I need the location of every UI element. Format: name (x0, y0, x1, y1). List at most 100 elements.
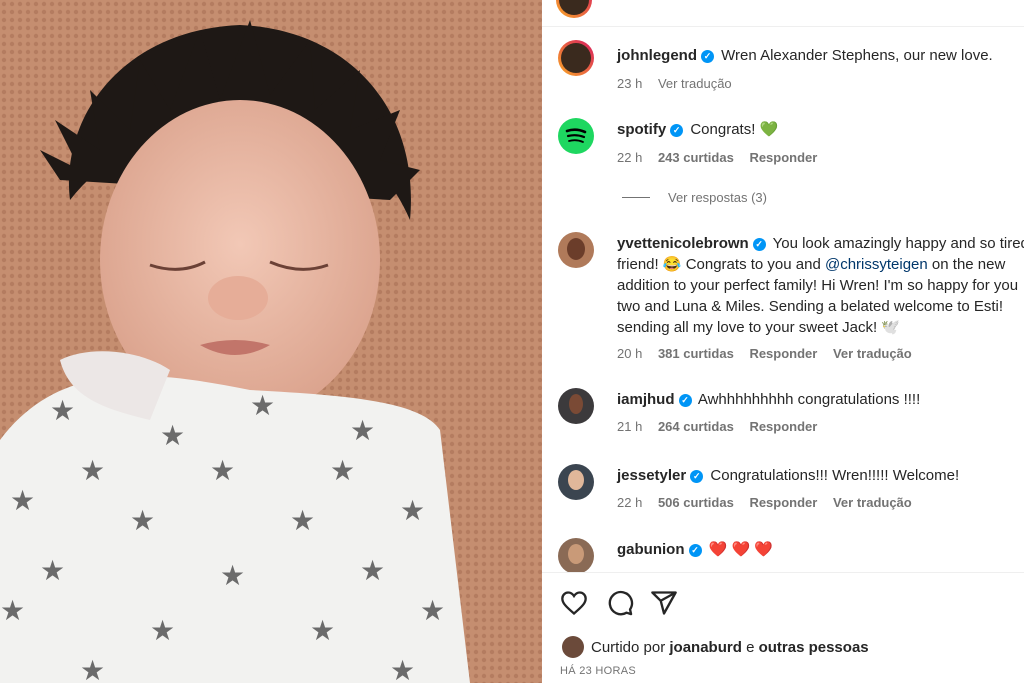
comment-meta: 20 h 381 curtidas Responder Ver tradução (617, 346, 924, 361)
svg-text:★: ★ (210, 455, 235, 486)
svg-text:★: ★ (10, 485, 35, 516)
share-button[interactable] (650, 589, 678, 617)
reply-button[interactable]: Responder (749, 150, 817, 165)
verified-icon: ✓ (678, 394, 692, 407)
svg-text:★: ★ (0, 595, 25, 626)
heart-icon (561, 591, 587, 616)
yvettenicolebrown-avatar[interactable] (558, 232, 594, 268)
svg-text:★: ★ (220, 560, 245, 591)
comment-time: 22 h (617, 150, 643, 165)
comment-time: 22 h (617, 495, 643, 510)
comment-username[interactable]: jessetyler (617, 467, 686, 484)
comment-body: Congratulations!!! Wren!!!!! Welcome! (710, 467, 960, 484)
verified-icon: ✓ (688, 544, 702, 557)
comment-text-line-1: yvettenicolebrown ✓ You look amazingly ha… (617, 233, 1024, 254)
comment-body: Congrats! 💚 (690, 121, 779, 138)
comment-text: iamjhud ✓ Awhhhhhhhhh congratulations !!!… (617, 389, 1024, 410)
svg-text:★: ★ (250, 390, 275, 421)
comment-body: You look amazingly happy and so tired, m… (772, 235, 1024, 252)
liker-avatar[interactable] (562, 636, 584, 658)
post-actions: Curtido por joanaburd e outras pessoas H… (542, 572, 1024, 683)
reply-button[interactable]: Responder (749, 419, 817, 434)
comment-likes[interactable]: 381 curtidas (658, 346, 734, 361)
comment-time: 21 h (617, 419, 643, 434)
johnlegend-avatar[interactable] (558, 40, 594, 76)
comment-username[interactable]: gabunion (617, 541, 685, 558)
jessetyler-avatar[interactable] (558, 464, 594, 500)
comment-text: spotify ✓ Congrats! 💚 (617, 119, 1024, 140)
comment-text: gabunion ✓ ❤️ ❤️ ❤️ (617, 539, 1024, 560)
comment-likes[interactable]: 264 curtidas (658, 419, 734, 434)
comment-meta: 22 h 506 curtidas Responder Ver tradução (617, 495, 924, 510)
caption-time: 23 h (617, 76, 643, 91)
comment-text-line-5: sending all my love to your sweet Jack! … (617, 319, 900, 336)
comment-likes[interactable]: 506 curtidas (658, 495, 734, 510)
comment-time: 20 h (617, 346, 643, 361)
comment-username[interactable]: iamjhud (617, 391, 675, 408)
mention-link[interactable]: @chrissyteigen (825, 256, 928, 273)
liked-prefix: Curtido por (591, 639, 666, 656)
comment-body: friend! 😂 Congrats to you and (617, 256, 821, 273)
svg-text:★: ★ (330, 455, 355, 486)
iamjhud-avatar[interactable] (558, 388, 594, 424)
svg-text:★: ★ (420, 595, 445, 626)
svg-text:★: ★ (290, 505, 315, 536)
liked-others[interactable]: outras pessoas (759, 639, 869, 656)
baby-photo-image: ★ ★ ★ ★ ★ ★ ★ ★ ★ ★ ★ ★ ★ ★ ★ ★ ★ ★ ★ ★ (0, 0, 542, 683)
gabunion-avatar[interactable] (558, 538, 594, 572)
reply-button[interactable]: Responder (749, 346, 817, 361)
comment-text-line-2: friend! 😂 Congrats to you and @chrissyte… (617, 254, 1024, 275)
spotify-logo-icon (565, 128, 587, 143)
comment-body: on the new (931, 256, 1006, 273)
spotify-avatar[interactable] (558, 118, 594, 154)
svg-text:★: ★ (390, 655, 415, 683)
svg-text:★: ★ (80, 455, 105, 486)
comment-icon (608, 590, 634, 616)
svg-text:★: ★ (80, 655, 105, 683)
svg-text:★: ★ (350, 415, 375, 446)
svg-text:★: ★ (150, 615, 175, 646)
comment-meta: 22 h 243 curtidas Responder (617, 150, 829, 165)
verified-icon: ✓ (670, 124, 684, 137)
svg-text:★: ★ (130, 505, 155, 536)
post-photo[interactable]: ★ ★ ★ ★ ★ ★ ★ ★ ★ ★ ★ ★ ★ ★ ★ ★ ★ ★ ★ ★ (0, 0, 542, 683)
caption-meta: 23 h Ver tradução (617, 76, 744, 91)
verified-icon: ✓ (690, 470, 704, 483)
view-replies-link[interactable]: Ver respostas (3) (622, 190, 767, 205)
translate-link[interactable]: Ver tradução (833, 495, 912, 510)
svg-text:★: ★ (40, 555, 65, 586)
comment-body: Awhhhhhhhhh congratulations !!!! (697, 391, 921, 408)
post-time[interactable]: HÁ 23 HORAS (560, 665, 636, 677)
author-avatar[interactable] (556, 0, 592, 18)
liked-user[interactable]: joanaburd (669, 639, 742, 656)
translate-link[interactable]: Ver tradução (833, 346, 912, 361)
verified-icon: ✓ (701, 50, 714, 63)
liked-and: e (746, 639, 755, 656)
comment-likes[interactable]: 243 curtidas (658, 150, 734, 165)
caption-body: Wren Alexander Stephens, our new love. (721, 47, 993, 64)
comment-button[interactable] (606, 589, 634, 617)
comment-meta: 21 h 264 curtidas Responder (617, 419, 829, 434)
reply-button[interactable]: Responder (749, 495, 817, 510)
comment-username[interactable]: spotify (617, 121, 666, 138)
comment-username[interactable]: yvettenicolebrown (617, 235, 749, 252)
comment-text-line-3: addition to your perfect family! Hi Wren… (617, 277, 1019, 294)
svg-text:★: ★ (400, 495, 425, 526)
comments-panel: johnlegend ✓ Wren Alexander Stephens, our… (542, 0, 1024, 683)
caption-username[interactable]: johnlegend (617, 47, 697, 64)
caption-translate-link[interactable]: Ver tradução (658, 76, 732, 91)
svg-text:★: ★ (50, 395, 75, 426)
svg-text:★: ★ (160, 420, 185, 451)
comment-body: ❤️ ❤️ ❤️ (708, 541, 774, 558)
svg-text:★: ★ (360, 555, 385, 586)
like-button[interactable] (560, 589, 588, 617)
comment-text-line-4: two and Luna & Miles. Sending a belated … (617, 298, 1004, 315)
liked-by: Curtido por joanaburd e outras pessoas (591, 639, 869, 656)
share-icon (651, 591, 677, 615)
verified-icon: ✓ (752, 238, 766, 251)
svg-text:★: ★ (310, 615, 335, 646)
post-header (542, 0, 1024, 27)
caption-text: johnlegend ✓ Wren Alexander Stephens, our… (617, 45, 1024, 66)
comment-text: jessetyler ✓ Congratulations!!! Wren!!!!!… (617, 465, 1024, 486)
comments-list[interactable]: johnlegend ✓ Wren Alexander Stephens, our… (542, 26, 1024, 572)
